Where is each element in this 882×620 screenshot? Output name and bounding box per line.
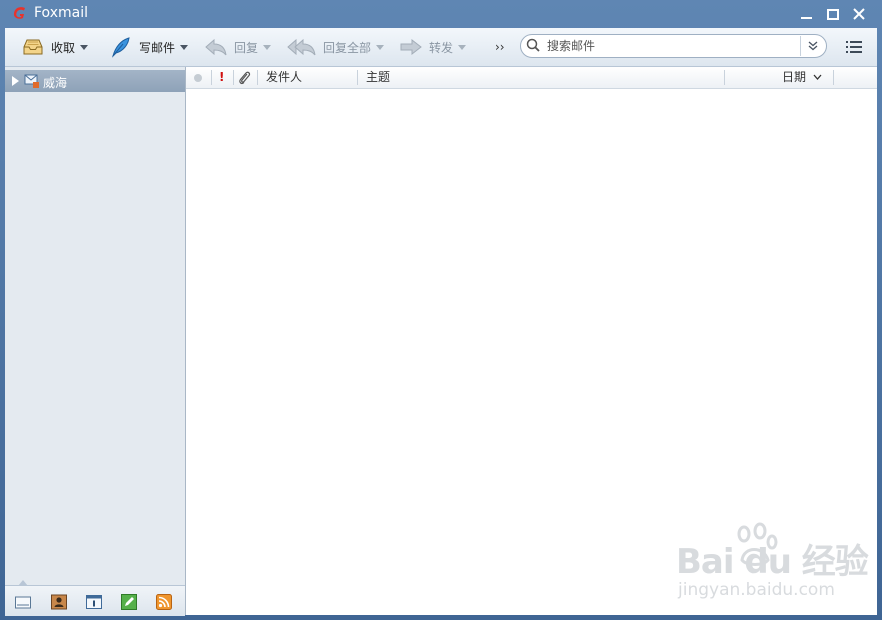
reply-all-dropdown-icon[interactable] xyxy=(376,44,385,50)
rss-icon[interactable] xyxy=(156,594,172,610)
main-toolbar: 收取 写邮件 回复 回复全部 转发 ›› 搜索邮件 xyxy=(5,28,877,67)
subject-column-header[interactable]: 主题 xyxy=(366,67,390,88)
column-separator[interactable] xyxy=(211,70,212,85)
forward-dropdown-icon[interactable] xyxy=(458,44,467,50)
search-options-button[interactable] xyxy=(800,36,825,56)
reply-button[interactable]: 回复 xyxy=(204,34,272,60)
account-label: 威海 xyxy=(43,76,68,90)
watermark-url: jingyan.baidu.com xyxy=(678,580,835,600)
column-separator[interactable] xyxy=(357,70,358,85)
column-separator[interactable] xyxy=(724,70,725,85)
search-box[interactable] xyxy=(520,34,827,58)
message-list-pane: ! 发件人 主题 日期 Bai du 经验 jingyan.baidu.com xyxy=(186,67,877,615)
active-module-indicator xyxy=(18,580,28,586)
foxmail-logo-icon xyxy=(13,7,25,19)
window-title: Foxmail xyxy=(34,5,88,21)
attachment-column-icon[interactable] xyxy=(237,70,251,85)
feather-pen-icon xyxy=(111,37,130,58)
maximize-button[interactable] xyxy=(822,4,844,24)
reply-label: 回复 xyxy=(234,40,259,55)
paw-logo-icon xyxy=(737,522,778,566)
title-bar[interactable]: Foxmail xyxy=(0,0,882,28)
compose-label: 写邮件 xyxy=(139,40,176,55)
column-separator[interactable] xyxy=(257,70,258,85)
sort-chevron-down-icon[interactable] xyxy=(813,74,822,81)
minimize-button[interactable] xyxy=(796,4,818,24)
module-switcher xyxy=(5,580,185,616)
sender-column-header[interactable]: 发件人 xyxy=(266,67,302,88)
folder-sidebar: 威海 xyxy=(5,67,186,616)
reply-all-label: 回复全部 xyxy=(323,40,372,55)
receive-button[interactable]: 收取 xyxy=(21,34,89,60)
contacts-icon[interactable] xyxy=(51,594,67,610)
double-chevron-down-icon xyxy=(808,41,818,51)
search-input[interactable] xyxy=(547,37,797,55)
receive-label: 收取 xyxy=(51,40,76,55)
calendar-icon[interactable] xyxy=(86,594,102,610)
date-column-header[interactable]: 日期 xyxy=(782,67,806,88)
notes-icon[interactable] xyxy=(121,594,137,610)
priority-flag-column[interactable]: ! xyxy=(219,67,224,88)
compose-button[interactable]: 写邮件 xyxy=(109,34,189,60)
maximize-icon xyxy=(827,9,839,20)
expand-arrow-icon[interactable] xyxy=(12,76,19,86)
reply-all-button[interactable]: 回复全部 xyxy=(287,34,385,60)
reply-all-arrow-icon xyxy=(287,38,316,56)
column-separator[interactable] xyxy=(833,70,834,85)
compose-dropdown-icon[interactable] xyxy=(180,44,189,50)
message-list-header: ! 发件人 主题 日期 xyxy=(186,67,877,89)
account-mailbox-icon xyxy=(24,74,39,88)
more-tools-button[interactable]: ›› xyxy=(495,40,505,54)
column-separator[interactable] xyxy=(233,70,234,85)
reply-arrow-icon xyxy=(205,38,227,56)
close-button[interactable] xyxy=(848,4,870,24)
foxmail-window: Foxmail 收取 写邮件 回复 回复全部 转发 ›› 搜索邮件 威海 ! 发… xyxy=(0,0,882,620)
search-icon xyxy=(526,38,540,52)
receive-dropdown-icon[interactable] xyxy=(80,44,89,50)
reply-dropdown-icon[interactable] xyxy=(263,44,272,50)
close-icon xyxy=(853,8,865,20)
forward-button[interactable]: 转发 xyxy=(399,34,467,60)
minimize-icon xyxy=(801,17,812,19)
main-menu-icon[interactable] xyxy=(845,39,863,55)
read-status-column-icon[interactable] xyxy=(193,73,203,83)
forward-label: 转发 xyxy=(429,40,454,55)
mail-icon[interactable] xyxy=(15,594,31,610)
inbox-tray-icon xyxy=(23,39,43,55)
account-item[interactable]: 威海 xyxy=(5,70,185,92)
forward-arrow-icon xyxy=(400,38,422,56)
baidu-jingyan-watermark: Bai du 经验 jingyan.baidu.com xyxy=(676,522,876,612)
